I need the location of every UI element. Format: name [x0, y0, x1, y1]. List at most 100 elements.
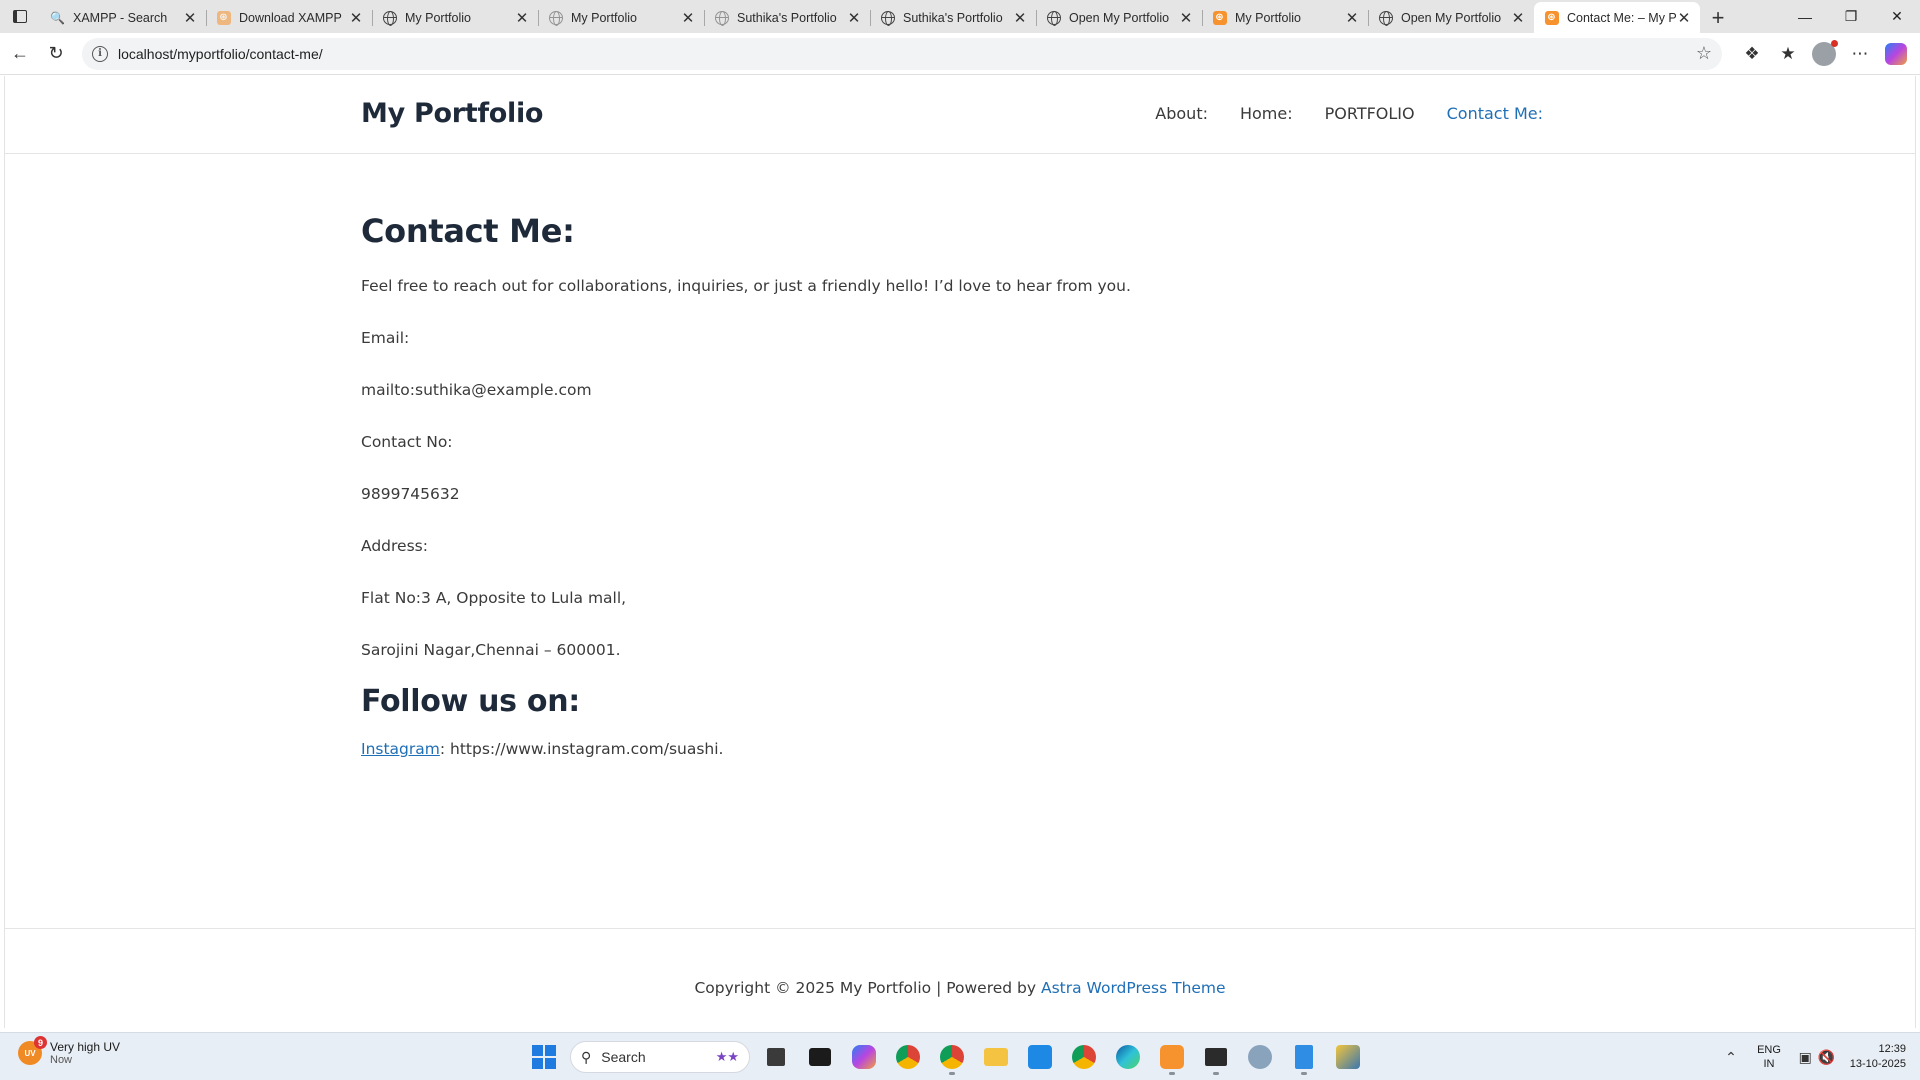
intro-text: Feel free to reach out for collaboration… [361, 277, 1131, 295]
primary-nav: About: Home: PORTFOLIO Contact Me: [1155, 104, 1543, 123]
close-tab-icon[interactable]: ✕ [348, 9, 364, 27]
footer-text: Copyright © 2025 My Portfolio | Powered … [5, 979, 1915, 997]
chrome-profile-icon[interactable] [1066, 1039, 1102, 1075]
close-tab-icon[interactable]: ✕ [182, 9, 198, 27]
astra-theme-link[interactable]: Astra WordPress Theme [1041, 979, 1226, 997]
chrome-icon[interactable] [890, 1039, 926, 1075]
address-label: Address: [361, 537, 428, 555]
tab-title: Suthika's Portfolio [903, 10, 1003, 25]
file-explorer-icon[interactable] [978, 1039, 1014, 1075]
email-label: Email: [361, 329, 410, 347]
tab-actions-menu-button[interactable] [0, 0, 40, 33]
browser-toolbar: ← ↻ i localhost/myportfolio/contact-me/ … [0, 33, 1920, 75]
contact-value: 9899745632 [361, 485, 460, 503]
browser-tab[interactable]: Suthika's Portfolio ✕ [704, 2, 870, 33]
taskbar-search[interactable]: ⚲ Search ★★ [570, 1041, 750, 1073]
close-tab-icon[interactable]: ✕ [1178, 9, 1194, 27]
browser-tab[interactable]: 🔍 XAMPP - Search ✕ [40, 2, 206, 33]
copilot-icon [1885, 42, 1907, 65]
toolbar-right: ❖ ★ ⋯ [1734, 38, 1914, 70]
system-tray: ⌃ ENG IN ▣🔇 12:39 13-10-2025 [1716, 1033, 1920, 1080]
globe-icon [880, 10, 895, 26]
uv-label: UV [24, 1048, 36, 1058]
close-tab-icon[interactable]: ✕ [1510, 9, 1526, 27]
network-volume-icons[interactable]: ▣🔇 [1792, 1049, 1848, 1066]
language-code: ENG [1757, 1044, 1781, 1056]
browser-tab[interactable]: Suthika's Portfolio ✕ [870, 2, 1036, 33]
close-window-button[interactable]: ✕ [1874, 0, 1920, 33]
nav-contact-me[interactable]: Contact Me: [1447, 104, 1543, 123]
profile-button[interactable] [1806, 38, 1842, 70]
clock-time: 12:39 [1878, 1043, 1906, 1055]
site-info-icon[interactable]: i [92, 45, 108, 62]
globe-icon [1378, 10, 1393, 26]
settings-icon[interactable] [1242, 1039, 1278, 1075]
tab-list: 🔍 XAMPP - Search ✕ ⊛ Download XAMPP ✕ My… [40, 0, 1700, 33]
address-line-2: Sarojini Nagar,Chennai – 600001. [361, 641, 621, 659]
close-tab-icon[interactable]: ✕ [514, 9, 530, 27]
browser-tab[interactable]: ⊛ Download XAMPP ✕ [206, 2, 372, 33]
tab-title: Suthika's Portfolio [737, 10, 837, 25]
favorite-star-icon[interactable]: ☆ [1696, 43, 1712, 64]
terminal-icon[interactable] [802, 1039, 838, 1075]
browser-tab[interactable]: My Portfolio ✕ [538, 2, 704, 33]
show-hidden-icons-chevron-icon[interactable]: ⌃ [1716, 1049, 1746, 1066]
tab-title: Open My Portfolio [1069, 10, 1170, 25]
browser-tab[interactable]: ⊛ My Portfolio ✕ [1202, 2, 1368, 33]
browser-tab[interactable]: Open My Portfolio ✕ [1036, 2, 1202, 33]
more-menu-icon[interactable]: ⋯ [1842, 38, 1878, 70]
close-tab-icon[interactable]: ✕ [1344, 9, 1360, 27]
address-line-1: Flat No:3 A, Opposite to Lula mall, [361, 589, 627, 607]
python-idle-icon[interactable] [1330, 1039, 1366, 1075]
site-footer: Copyright © 2025 My Portfolio | Powered … [5, 928, 1915, 1028]
extensions-icon[interactable]: ❖ [1734, 38, 1770, 70]
close-tab-icon[interactable]: ✕ [1676, 9, 1692, 27]
chrome-dev-icon[interactable] [934, 1039, 970, 1075]
xampp-icon: ⊛ [216, 10, 231, 25]
close-tab-icon[interactable]: ✕ [1012, 9, 1028, 27]
instagram-link[interactable]: Instagram [361, 740, 440, 758]
vscode-icon[interactable] [1022, 1039, 1058, 1075]
avatar [1812, 39, 1838, 66]
xampp-app-icon[interactable] [1154, 1039, 1190, 1075]
close-tab-icon[interactable]: ✕ [846, 9, 862, 27]
close-tab-icon[interactable]: ✕ [680, 9, 696, 27]
address-bar[interactable]: i localhost/myportfolio/contact-me/ ☆ [82, 37, 1722, 70]
nav-about[interactable]: About: [1155, 104, 1208, 123]
weather-time: Now [50, 1054, 73, 1066]
nav-home[interactable]: Home: [1240, 104, 1293, 123]
browser-tab[interactable]: My Portfolio ✕ [372, 2, 538, 33]
browser-tab-active[interactable]: ⊛ Contact Me: – My P ✕ [1534, 2, 1700, 33]
edge-icon[interactable] [1110, 1039, 1146, 1075]
language-indicator[interactable]: ENG IN [1746, 1043, 1792, 1071]
search-icon: 🔍 [50, 10, 65, 25]
tab-title: XAMPP - Search [73, 10, 168, 25]
contact-label: Contact No: [361, 433, 453, 451]
weather-widget[interactable]: UV 9 Very high UV Now [18, 1036, 121, 1066]
page-title: Contact Me: [361, 212, 575, 250]
copilot-button[interactable] [1878, 38, 1914, 70]
search-highlight-icon: ★★ [715, 1049, 739, 1064]
url-text[interactable]: localhost/myportfolio/contact-me/ [118, 46, 1696, 62]
task-view-icon[interactable] [758, 1039, 794, 1075]
copilot-app-icon[interactable] [846, 1039, 882, 1075]
weather-title: Very high UV [50, 1040, 121, 1054]
back-button[interactable]: ← [2, 38, 38, 70]
new-tab-button[interactable]: + [1700, 2, 1736, 33]
window-controls: — ❐ ✕ [1782, 0, 1920, 33]
xampp-icon: ⊛ [1544, 10, 1559, 25]
browser-tab[interactable]: Open My Portfolio ✕ [1368, 2, 1534, 33]
clock[interactable]: 12:39 13-10-2025 [1848, 1042, 1920, 1072]
site-title[interactable]: My Portfolio [361, 98, 543, 129]
start-button[interactable] [526, 1039, 562, 1075]
favorites-icon[interactable]: ★ [1770, 38, 1806, 70]
notepad-icon[interactable] [1286, 1039, 1322, 1075]
refresh-button[interactable]: ↻ [38, 38, 74, 70]
tab-title: Open My Portfolio [1401, 10, 1502, 25]
search-icon: ⚲ [581, 1048, 592, 1065]
minimize-button[interactable]: — [1782, 0, 1828, 33]
nav-portfolio[interactable]: PORTFOLIO [1325, 104, 1415, 123]
command-prompt-icon[interactable] [1198, 1039, 1234, 1075]
tab-title: My Portfolio [405, 10, 471, 25]
restore-button[interactable]: ❐ [1828, 0, 1874, 33]
